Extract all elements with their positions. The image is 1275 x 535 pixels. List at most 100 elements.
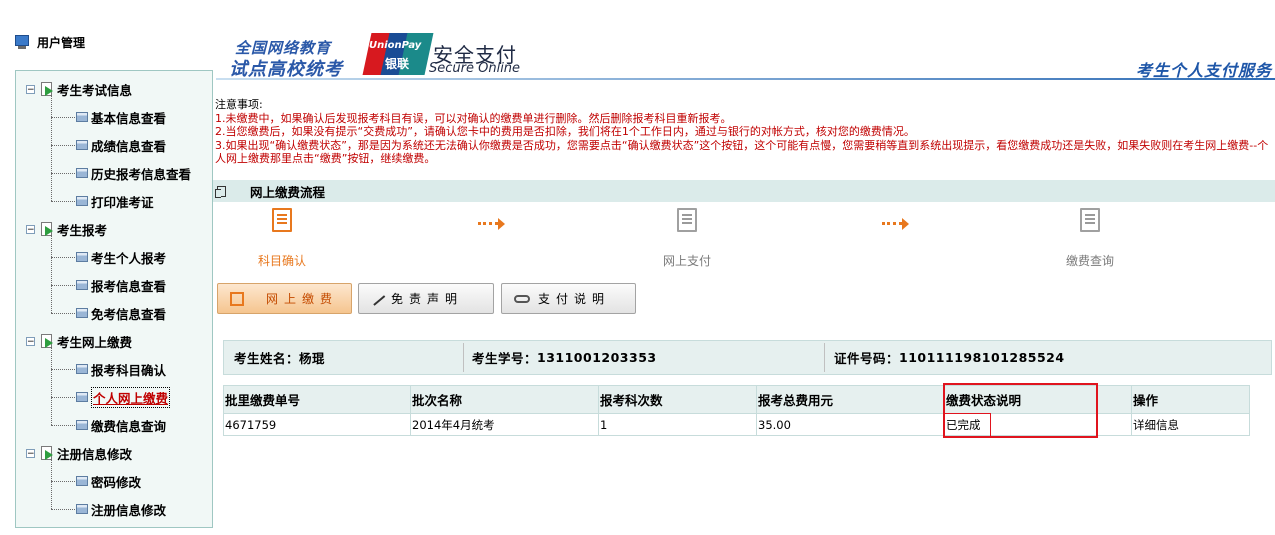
notice-item-1: 1.未缴费中，如果确认后发现报考科目有误，可以对确认的缴费单进行删除。然后删除报… bbox=[215, 111, 732, 125]
sidebar-item-label: 打印准考证 bbox=[91, 194, 154, 210]
student-info-bar: 考生姓名： 杨琨 考生学号： 1311001203353 证件号码： 11011… bbox=[223, 340, 1272, 375]
col-total-fee: 报考总费用元 bbox=[756, 385, 945, 414]
sidebar-item[interactable]: 报考科目确认 bbox=[76, 357, 166, 381]
list-icon bbox=[76, 504, 88, 514]
online-pay-button[interactable]: 网上缴费 bbox=[217, 283, 352, 314]
unionpay-logo: UnionPay 银联 bbox=[362, 33, 434, 75]
sidebar-item-label: 报考信息查看 bbox=[91, 278, 167, 294]
list-icon bbox=[76, 140, 88, 150]
col-batch-name: 批次名称 bbox=[410, 385, 599, 414]
list-icon bbox=[76, 392, 88, 402]
copy-icon bbox=[215, 185, 226, 198]
unionpay-logo-en: UnionPay bbox=[369, 40, 422, 51]
sidebar-item[interactable]: 缴费信息查询 bbox=[76, 413, 166, 437]
online-pay-label: 网上缴费 bbox=[266, 292, 339, 306]
cell-total-fee: 35.00 bbox=[756, 413, 945, 436]
sidebar-group[interactable]: − 考生网上缴费 bbox=[26, 329, 132, 353]
sidebar-item-label: 个人网上缴费 bbox=[91, 386, 171, 408]
student-id-value: 1311001203353 bbox=[537, 350, 657, 365]
col-operation: 操作 bbox=[1131, 385, 1250, 414]
sidebar-item[interactable]: 报考信息查看 bbox=[76, 273, 166, 297]
step-online-payment: 网上支付 bbox=[647, 208, 727, 269]
sidebar-group-label: 考生报考 bbox=[57, 222, 108, 238]
document-search-icon bbox=[1080, 208, 1100, 232]
sidebar-group-label: 注册信息修改 bbox=[57, 446, 133, 462]
student-id-label: 考生学号： bbox=[472, 351, 538, 366]
process-header: 网上缴费流程 bbox=[213, 180, 1275, 202]
sidebar-item-label: 密码修改 bbox=[91, 474, 142, 490]
sidebar-item-label: 缴费信息查询 bbox=[91, 418, 167, 434]
certificate-number-field: 证件号码： 110111198101285524 bbox=[834, 341, 1065, 374]
document-arrow-icon bbox=[39, 445, 55, 461]
table-row: 4671759 2014年4月统考 1 35.00 已完成 详细信息 bbox=[223, 413, 1250, 436]
sidebar-item-label: 免考信息查看 bbox=[91, 306, 167, 322]
step-label: 科目确认 bbox=[257, 254, 306, 268]
step-label: 网上支付 bbox=[662, 254, 711, 268]
col-batch-order-no: 批里缴费单号 bbox=[223, 385, 411, 414]
collapse-toggle-icon[interactable]: − bbox=[26, 224, 35, 234]
certificate-number-label: 证件号码： bbox=[834, 351, 900, 366]
sidebar-item[interactable]: 历史报考信息查看 bbox=[76, 161, 191, 185]
process-title: 网上缴费流程 bbox=[250, 184, 326, 200]
document-arrow-icon bbox=[39, 81, 55, 97]
student-name-label: 考生姓名： bbox=[234, 351, 300, 366]
list-icon bbox=[76, 196, 88, 206]
list-icon bbox=[76, 420, 88, 430]
cell-payment-status: 已完成 bbox=[944, 413, 1132, 436]
payment-help-label: 支付说明 bbox=[538, 292, 611, 306]
sidebar-item[interactable]: 成绩信息查看 bbox=[76, 133, 166, 157]
sidebar-item[interactable]: 个人网上缴费 bbox=[76, 385, 171, 409]
sidebar-group[interactable]: − 注册信息修改 bbox=[26, 441, 132, 465]
secure-payment-en: Secure Online bbox=[429, 61, 521, 76]
sidebar-item[interactable]: 基本信息查看 bbox=[76, 105, 166, 129]
sidebar-item-label: 成绩信息查看 bbox=[91, 138, 167, 154]
payment-help-button[interactable]: 支付说明 bbox=[501, 283, 636, 314]
col-subject-count: 报考科次数 bbox=[598, 385, 757, 414]
sidebar-group-label: 考生考试信息 bbox=[57, 82, 133, 98]
sidebar-item[interactable]: 免考信息查看 bbox=[76, 301, 166, 325]
header-banner: 全国网络教育 试点高校统考 UnionPay 银联 安全支付 Secure On… bbox=[216, 30, 1275, 80]
col-payment-status: 缴费状态说明 bbox=[944, 385, 1132, 414]
user-management-label: 用户管理 bbox=[37, 35, 86, 50]
collapse-toggle-icon[interactable]: − bbox=[26, 448, 35, 458]
document-hand-icon bbox=[272, 208, 292, 232]
notice-item-3: 3.如果出现“确认缴费状态”，那是因为系统还无法确认你缴费是否成功，您需要点击“… bbox=[215, 138, 1269, 166]
list-icon bbox=[76, 364, 88, 374]
step-label: 缴费查询 bbox=[1065, 254, 1114, 268]
sidebar-item[interactable]: 注册信息修改 bbox=[76, 497, 166, 521]
sidebar-item-label: 报考科目确认 bbox=[91, 362, 167, 378]
notice-block: 注意事项: 1.未缴费中，如果确认后发现报考科目有误，可以对确认的缴费单进行删除… bbox=[215, 98, 1275, 166]
student-name-value: 杨琨 bbox=[299, 351, 326, 366]
sidebar-item[interactable]: 打印准考证 bbox=[76, 189, 154, 213]
computer-user-icon bbox=[14, 34, 30, 50]
sidebar-item[interactable]: 考生个人报考 bbox=[76, 245, 166, 269]
list-icon bbox=[76, 308, 88, 318]
disclaimer-label: 免责声明 bbox=[391, 292, 464, 306]
user-management-title: 用户管理 bbox=[14, 32, 85, 52]
disclaimer-button[interactable]: 免责声明 bbox=[358, 283, 494, 314]
list-icon bbox=[76, 252, 88, 262]
student-name-field: 考生姓名： 杨琨 bbox=[234, 341, 325, 374]
collapse-toggle-icon[interactable]: − bbox=[26, 84, 35, 94]
dotted-arrow-icon bbox=[478, 217, 506, 230]
cell-subject-count: 1 bbox=[598, 413, 757, 436]
step-subject-confirm: 科目确认 bbox=[242, 208, 322, 269]
sidebar-group[interactable]: − 考生考试信息 bbox=[26, 77, 132, 101]
dotted-arrow-icon bbox=[882, 217, 910, 230]
sidebar-item[interactable]: 密码修改 bbox=[76, 469, 141, 493]
document-hand-icon bbox=[230, 291, 244, 306]
document-check-icon bbox=[677, 208, 697, 232]
collapse-toggle-icon[interactable]: − bbox=[26, 336, 35, 346]
sidebar-item-label: 历史报考信息查看 bbox=[91, 166, 192, 182]
table-header-row: 批里缴费单号 批次名称 报考科次数 报考总费用元 缴费状态说明 操作 bbox=[223, 385, 1250, 414]
details-link[interactable]: 详细信息 bbox=[1131, 413, 1250, 436]
header-divider bbox=[216, 78, 1275, 80]
payment-table: 批里缴费单号 批次名称 报考科次数 报考总费用元 缴费状态说明 操作 46717… bbox=[223, 385, 1250, 436]
step-payment-query: 缴费查询 bbox=[1050, 208, 1130, 269]
sidebar-item-label: 考生个人报考 bbox=[91, 250, 167, 266]
notice-item-2: 2.当您缴费后，如果没有提示“交费成功”，请确认您卡中的费用是否扣除，我们将在1… bbox=[215, 125, 915, 138]
sidebar-item-label: 注册信息修改 bbox=[91, 502, 167, 518]
cell-batch-order-no: 4671759 bbox=[223, 413, 411, 436]
sidebar-group[interactable]: − 考生报考 bbox=[26, 217, 107, 241]
sidebar-tree: − 考生考试信息基本信息查看成绩信息查看历史报考信息查看 打印准考证 − 考生报考考生个… bbox=[15, 70, 213, 528]
